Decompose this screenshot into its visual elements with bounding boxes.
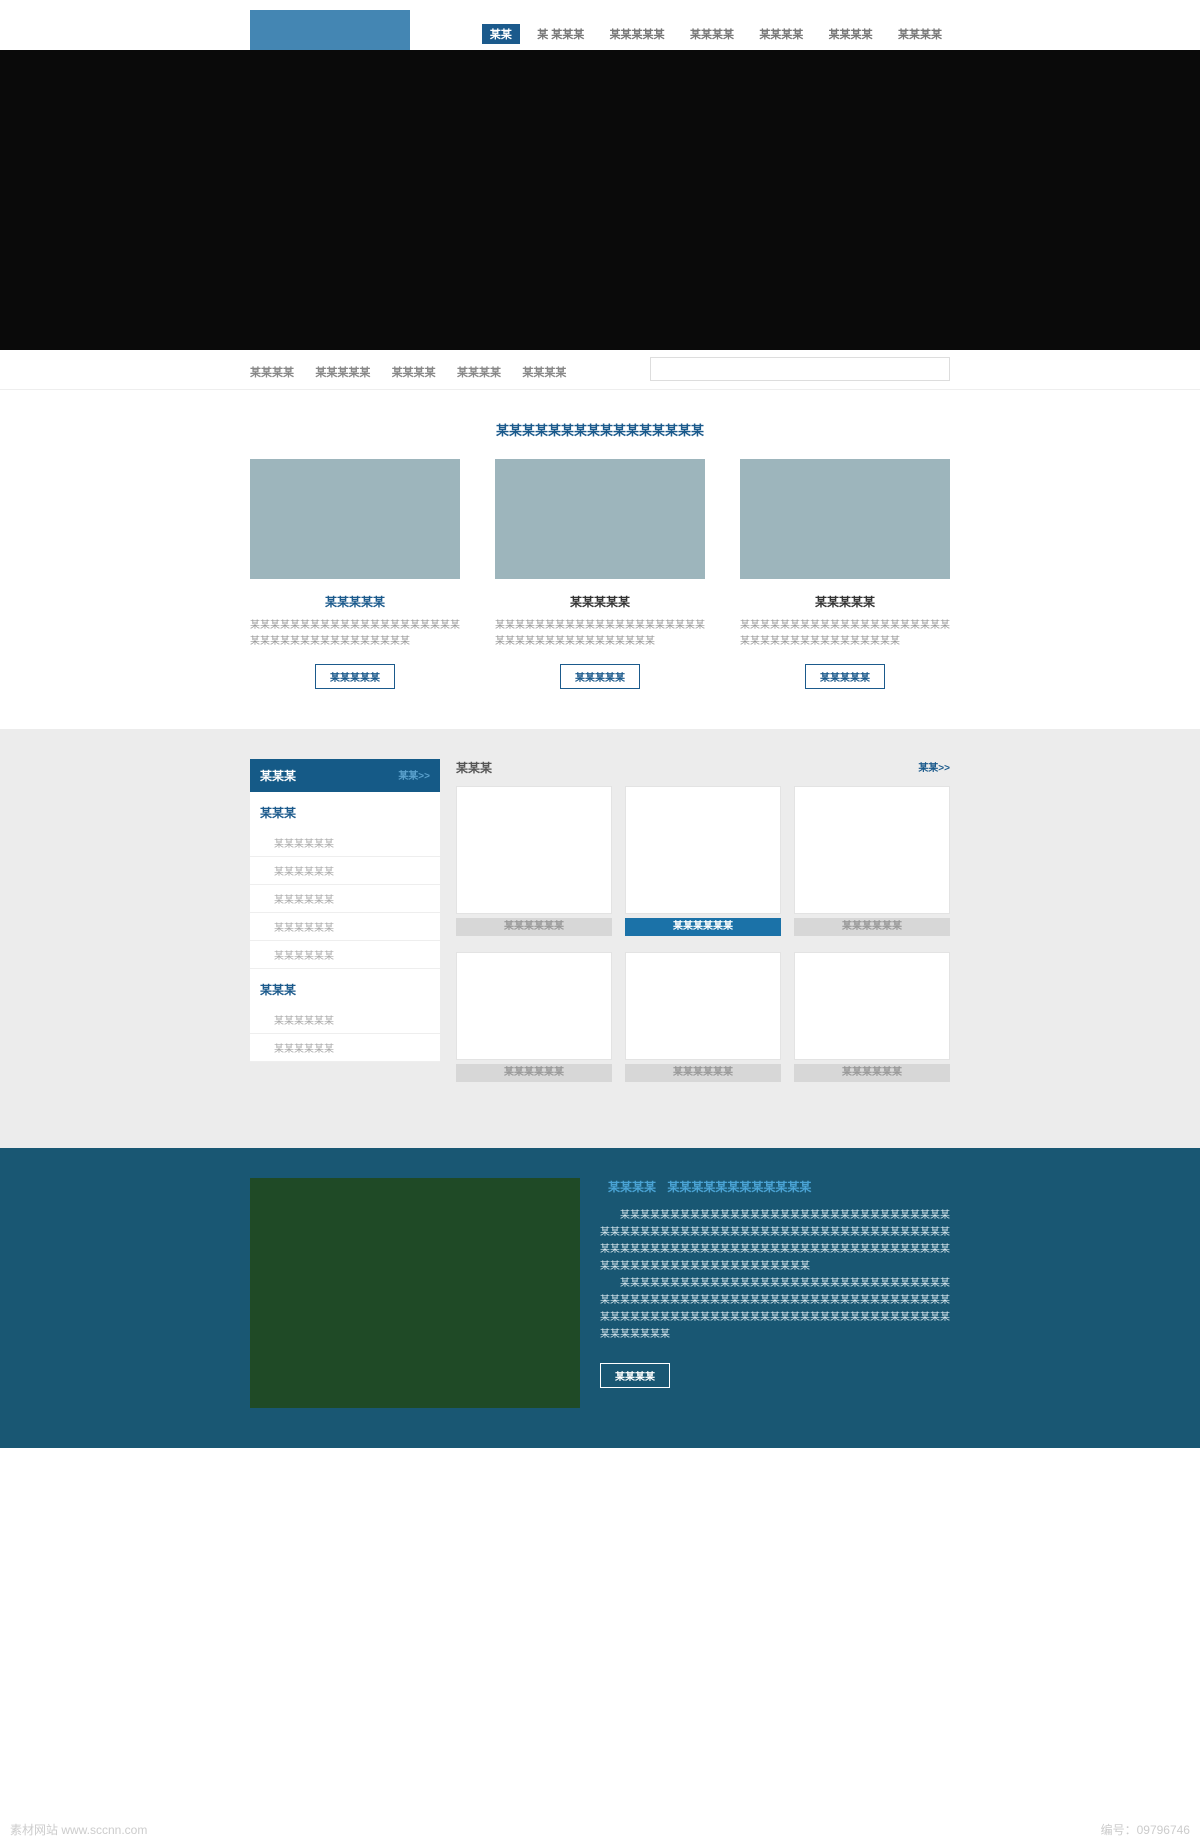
- section-title: 某某某某某某某某某某某某某某某某: [250, 390, 950, 459]
- nav-item-2[interactable]: 某某某某某: [602, 24, 673, 44]
- product-panel: 某某某 某某>> 某某某某某某 某某某某某某 某某某某某某 某某某某某某 某某某…: [456, 759, 950, 1098]
- card-button[interactable]: 某某某某某: [805, 664, 885, 689]
- subnav-item-1[interactable]: 某某某某某: [315, 364, 370, 380]
- card-title: 某某某某某: [495, 593, 705, 610]
- panel-head: 某某某 某某>>: [456, 759, 950, 776]
- about-title-sub: 某某某某某某某某某某某某: [667, 1180, 811, 1194]
- product-grid: 某某某某某某 某某某某某某 某某某某某某: [456, 786, 950, 952]
- sidebar-more-link[interactable]: 某某>>: [398, 767, 430, 782]
- about-text: 某某某某 某某某某某某某某某某某某 某某某某某某某某某某某某某某某某某某某某某某…: [600, 1178, 950, 1388]
- panel-more-link[interactable]: 某某>>: [918, 759, 950, 774]
- sidebar-item[interactable]: 某某某某某某: [250, 1006, 440, 1034]
- logo[interactable]: [250, 10, 410, 50]
- grid-cell[interactable]: 某某某某某某: [794, 786, 950, 936]
- hero-banner: [0, 50, 1200, 350]
- title-rest: 某某某某某某某某某某某某: [548, 423, 704, 438]
- card-desc: 某某某某某某某某某某某某某某某某某某某某某某某某某某某某某某某某某某某某某: [740, 618, 950, 650]
- card-0: 某某某某某 某某某某某某某某某某某某某某某某某某某某某某某某某某某某某某某某某某…: [250, 459, 460, 689]
- card-title: 某某某某某: [740, 593, 950, 610]
- grid-label: 某某某某某某: [456, 1064, 612, 1082]
- card-image[interactable]: [250, 459, 460, 579]
- subnav-item-0[interactable]: 某某某某: [250, 364, 294, 380]
- grid-cell[interactable]: 某某某某某某: [625, 952, 781, 1082]
- about-paragraph: 某某某某某某某某某某某某某某某某某某某某某某某某某某某某某某某某某某某某某某某某…: [600, 1207, 950, 1275]
- card-button[interactable]: 某某某某某: [315, 664, 395, 689]
- card-desc: 某某某某某某某某某某某某某某某某某某某某某某某某某某某某某某某某某某某某某: [495, 618, 705, 650]
- sidebar-item[interactable]: 某某某某某某: [250, 857, 440, 885]
- card-desc: 某某某某某某某某某某某某某某某某某某某某某某某某某某某某某某某某某某某某某: [250, 618, 460, 650]
- header: 某某 某 某某某 某某某某某 某某某某 某某某某 某某某某 某某某某: [250, 0, 950, 50]
- grid-cell[interactable]: 某某某某某某: [456, 786, 612, 936]
- sidebar-item[interactable]: 某某某某某某: [250, 829, 440, 857]
- about-section: 某某某某 某某某某某某某某某某某某 某某某某某某某某某某某某某某某某某某某某某某…: [0, 1148, 1200, 1448]
- nav-item-1[interactable]: 某 某某某: [529, 24, 592, 44]
- sidebar-head: 某某某 某某>>: [250, 759, 440, 792]
- sidebar-title: 某某某: [260, 769, 296, 783]
- sidebar-item[interactable]: 某某某某某某: [250, 941, 440, 969]
- watermark-right: 编号：09796746: [1101, 1821, 1190, 1838]
- about-title: 某某某某 某某某某某某某某某某某某: [600, 1178, 950, 1195]
- card-image[interactable]: [495, 459, 705, 579]
- nav-item-5[interactable]: 某某某某: [821, 24, 881, 44]
- products-section: 某某某 某某>> 某某某 某某某某某某 某某某某某某 某某某某某某 某某某某某某…: [0, 729, 1200, 1148]
- about-desc: 某某某某某某某某某某某某某某某某某某某某某某某某某某某某某某某某某某某某某某某某…: [600, 1207, 950, 1343]
- title-highlight: 某某某某: [496, 423, 548, 438]
- grid-image: [456, 786, 612, 914]
- grid-image: [625, 952, 781, 1060]
- main-nav: 某某 某 某某某 某某某某某 某某某某 某某某某 某某某某 某某某某: [476, 10, 950, 44]
- nav-item-4[interactable]: 某某某某: [751, 24, 811, 44]
- grid-label: 某某某某某某: [794, 918, 950, 936]
- card-title: 某某某某某: [250, 593, 460, 610]
- subnav-item-2[interactable]: 某某某某: [392, 364, 436, 380]
- card-1: 某某某某某 某某某某某某某某某某某某某某某某某某某某某某某某某某某某某某某某某某…: [495, 459, 705, 689]
- sidebar-category: 某某某: [250, 792, 440, 829]
- grid-image: [794, 786, 950, 914]
- sidebar-item[interactable]: 某某某某某某: [250, 1034, 440, 1062]
- about-title-main: 某某某某: [608, 1180, 656, 1194]
- about-image: [250, 1178, 580, 1408]
- grid-image: [456, 952, 612, 1060]
- sub-nav: 某某某某 某某某某某 某某某某 某某某某 某某某某: [250, 350, 950, 380]
- watermark-left: 素材网站 www.sccnn.com: [10, 1821, 147, 1838]
- nav-item-3[interactable]: 某某某某: [682, 24, 742, 44]
- sidebar-item[interactable]: 某某某某某某: [250, 913, 440, 941]
- sidebar: 某某某 某某>> 某某某 某某某某某某 某某某某某某 某某某某某某 某某某某某某…: [250, 759, 440, 1062]
- card-2: 某某某某某 某某某某某某某某某某某某某某某某某某某某某某某某某某某某某某某某某某…: [740, 459, 950, 689]
- card-image[interactable]: [740, 459, 950, 579]
- card-button[interactable]: 某某某某某: [560, 664, 640, 689]
- grid-image: [625, 786, 781, 914]
- grid-image: [794, 952, 950, 1060]
- nav-item-0[interactable]: 某某: [482, 24, 520, 44]
- search-input[interactable]: [650, 357, 950, 381]
- about-paragraph: 某某某某某某某某某某某某某某某某某某某某某某某某某某某某某某某某某某某某某某某某…: [600, 1275, 950, 1343]
- feature-cards: 某某某某某 某某某某某某某某某某某某某某某某某某某某某某某某某某某某某某某某某某…: [250, 459, 950, 729]
- grid-cell[interactable]: 某某某某某某: [625, 786, 781, 936]
- product-grid: 某某某某某某 某某某某某某 某某某某某某: [456, 952, 950, 1098]
- grid-label: 某某某某某某: [794, 1064, 950, 1082]
- sidebar-category: 某某某: [250, 969, 440, 1006]
- panel-title: 某某某: [456, 761, 492, 775]
- grid-label: 某某某某某某: [625, 918, 781, 936]
- about-button[interactable]: 某某某某: [600, 1363, 670, 1388]
- grid-label: 某某某某某某: [625, 1064, 781, 1082]
- subnav-item-3[interactable]: 某某某某: [457, 364, 501, 380]
- sidebar-item[interactable]: 某某某某某某: [250, 885, 440, 913]
- grid-cell[interactable]: 某某某某某某: [794, 952, 950, 1082]
- subnav-item-4[interactable]: 某某某某: [522, 364, 566, 380]
- grid-cell[interactable]: 某某某某某某: [456, 952, 612, 1082]
- grid-label: 某某某某某某: [456, 918, 612, 936]
- nav-item-6[interactable]: 某某某某: [890, 24, 950, 44]
